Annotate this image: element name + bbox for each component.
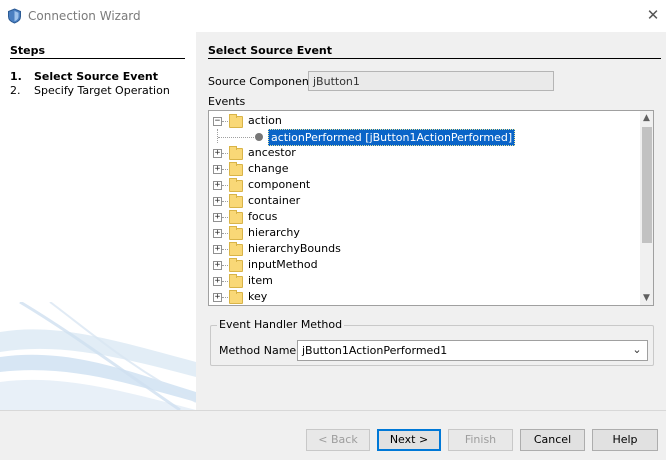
main-pane: Select Source Event Source Component: jB… xyxy=(196,32,666,410)
step-number: 2. xyxy=(10,84,21,97)
tree-branch-line xyxy=(222,281,228,282)
source-component-field: jButton1 xyxy=(308,71,554,91)
step-label: Specify Target Operation xyxy=(34,84,170,97)
expand-icon[interactable]: + xyxy=(213,181,222,190)
tree-node-label: container xyxy=(248,194,301,207)
folder-icon xyxy=(229,290,243,304)
tree-node-item[interactable]: + item xyxy=(209,273,639,289)
scroll-up-arrow-icon[interactable]: ▲ xyxy=(640,111,653,125)
folder-icon xyxy=(229,114,243,128)
tree-node-component[interactable]: + component xyxy=(209,177,639,193)
tree-node-ancestor[interactable]: + ancestor xyxy=(209,145,639,161)
tree-branch-line xyxy=(222,249,228,250)
tree-vertical-scrollbar[interactable]: ▲ ▼ xyxy=(640,111,653,305)
tree-node-label: change xyxy=(248,162,289,175)
folder-icon xyxy=(229,274,243,288)
collapse-icon[interactable]: − xyxy=(213,117,222,126)
folder-icon xyxy=(229,146,243,160)
events-tree[interactable]: − action actionPerformed [jButton1Action… xyxy=(208,110,654,306)
button-bar: < Back Next > Finish Cancel Help xyxy=(0,410,666,460)
event-bullet-icon xyxy=(255,133,263,141)
expand-icon[interactable]: + xyxy=(213,293,222,302)
steps-divider xyxy=(10,58,185,59)
event-handler-method-group: Event Handler Method Method Name: jButto… xyxy=(210,318,654,366)
tree-node-key[interactable]: + key xyxy=(209,289,639,305)
tree-node-label: ancestor xyxy=(248,146,296,159)
tree-branch-line xyxy=(222,201,228,202)
tree-node-hierarchy-bounds[interactable]: + hierarchyBounds xyxy=(209,241,639,257)
tree-node-change[interactable]: + change xyxy=(209,161,639,177)
folder-icon xyxy=(229,178,243,192)
tree-branch-line xyxy=(222,121,228,122)
scrollbar-thumb[interactable] xyxy=(642,127,652,243)
decorative-swoosh-graphic xyxy=(0,302,196,410)
tree-node-label: inputMethod xyxy=(248,258,318,271)
expand-icon[interactable]: + xyxy=(213,213,222,222)
tree-node-label: component xyxy=(248,178,311,191)
tree-node-label: item xyxy=(248,274,273,287)
folder-icon xyxy=(229,242,243,256)
expand-icon[interactable]: + xyxy=(213,197,222,206)
tree-node-label: action xyxy=(248,114,282,127)
close-icon[interactable]: ✕ xyxy=(644,6,662,24)
next-button[interactable]: Next > xyxy=(377,429,441,451)
expand-icon[interactable]: + xyxy=(213,245,222,254)
tree-branch-line xyxy=(222,153,228,154)
tree-node-hierarchy[interactable]: + hierarchy xyxy=(209,225,639,241)
folder-icon xyxy=(229,210,243,224)
tree-branch-line xyxy=(222,297,228,298)
expand-icon[interactable]: + xyxy=(213,229,222,238)
section-divider xyxy=(208,58,661,59)
expand-icon[interactable]: + xyxy=(213,149,222,158)
source-component-label: Source Component: xyxy=(208,75,317,88)
step-specify-target-operation: 2. Specify Target Operation xyxy=(10,84,170,97)
title-bar: Connection Wizard ✕ xyxy=(0,0,666,32)
method-name-combo[interactable]: jButton1ActionPerformed1 ⌄ xyxy=(297,340,648,361)
group-legend: Event Handler Method xyxy=(217,318,345,331)
step-select-source-event: 1. Select Source Event xyxy=(10,70,158,83)
expand-icon[interactable]: + xyxy=(213,261,222,270)
cancel-button[interactable]: Cancel xyxy=(520,429,585,451)
events-label: Events xyxy=(208,95,246,108)
tree-leaf-action-performed[interactable]: actionPerformed [jButton1ActionPerformed… xyxy=(209,129,639,146)
shield-icon xyxy=(8,8,21,24)
tree-node-label: key xyxy=(248,290,268,303)
tree-branch-line xyxy=(222,185,228,186)
back-button[interactable]: < Back xyxy=(306,429,370,451)
method-name-label: Method Name: xyxy=(219,344,300,357)
tree-node-label: focus xyxy=(248,210,278,223)
tree-node-label: hierarchy xyxy=(248,226,300,239)
tree-branch-line xyxy=(222,169,228,170)
tree-node-label: hierarchyBounds xyxy=(248,242,341,255)
help-button[interactable]: Help xyxy=(592,429,658,451)
tree-branch-line xyxy=(222,265,228,266)
folder-icon xyxy=(229,194,243,208)
folder-icon xyxy=(229,162,243,176)
tree-branch-line xyxy=(218,137,254,138)
tree-node-focus[interactable]: + focus xyxy=(209,209,639,225)
tree-node-action[interactable]: − action xyxy=(209,113,639,129)
method-name-value[interactable]: jButton1ActionPerformed1 xyxy=(302,344,447,357)
window-title: Connection Wizard xyxy=(28,9,141,23)
steps-pane: Steps 1. Select Source Event 2. Specify Ta… xyxy=(0,32,196,410)
tree-node-container[interactable]: + container xyxy=(209,193,639,209)
step-number: 1. xyxy=(10,70,22,83)
step-label: Select Source Event xyxy=(34,70,159,83)
folder-icon xyxy=(229,258,243,272)
expand-icon[interactable]: + xyxy=(213,277,222,286)
tree-branch-line xyxy=(222,233,228,234)
folder-icon xyxy=(229,226,243,240)
expand-icon[interactable]: + xyxy=(213,165,222,174)
section-title: Select Source Event xyxy=(208,44,333,57)
chevron-down-icon[interactable]: ⌄ xyxy=(631,344,643,356)
finish-button[interactable]: Finish xyxy=(448,429,513,451)
tree-node-input-method[interactable]: + inputMethod xyxy=(209,257,639,273)
steps-heading: Steps xyxy=(10,44,46,57)
tree-branch-line xyxy=(222,217,228,218)
scroll-down-arrow-icon[interactable]: ▼ xyxy=(640,291,653,305)
selected-event-label[interactable]: actionPerformed [jButton1ActionPerformed… xyxy=(268,129,516,146)
